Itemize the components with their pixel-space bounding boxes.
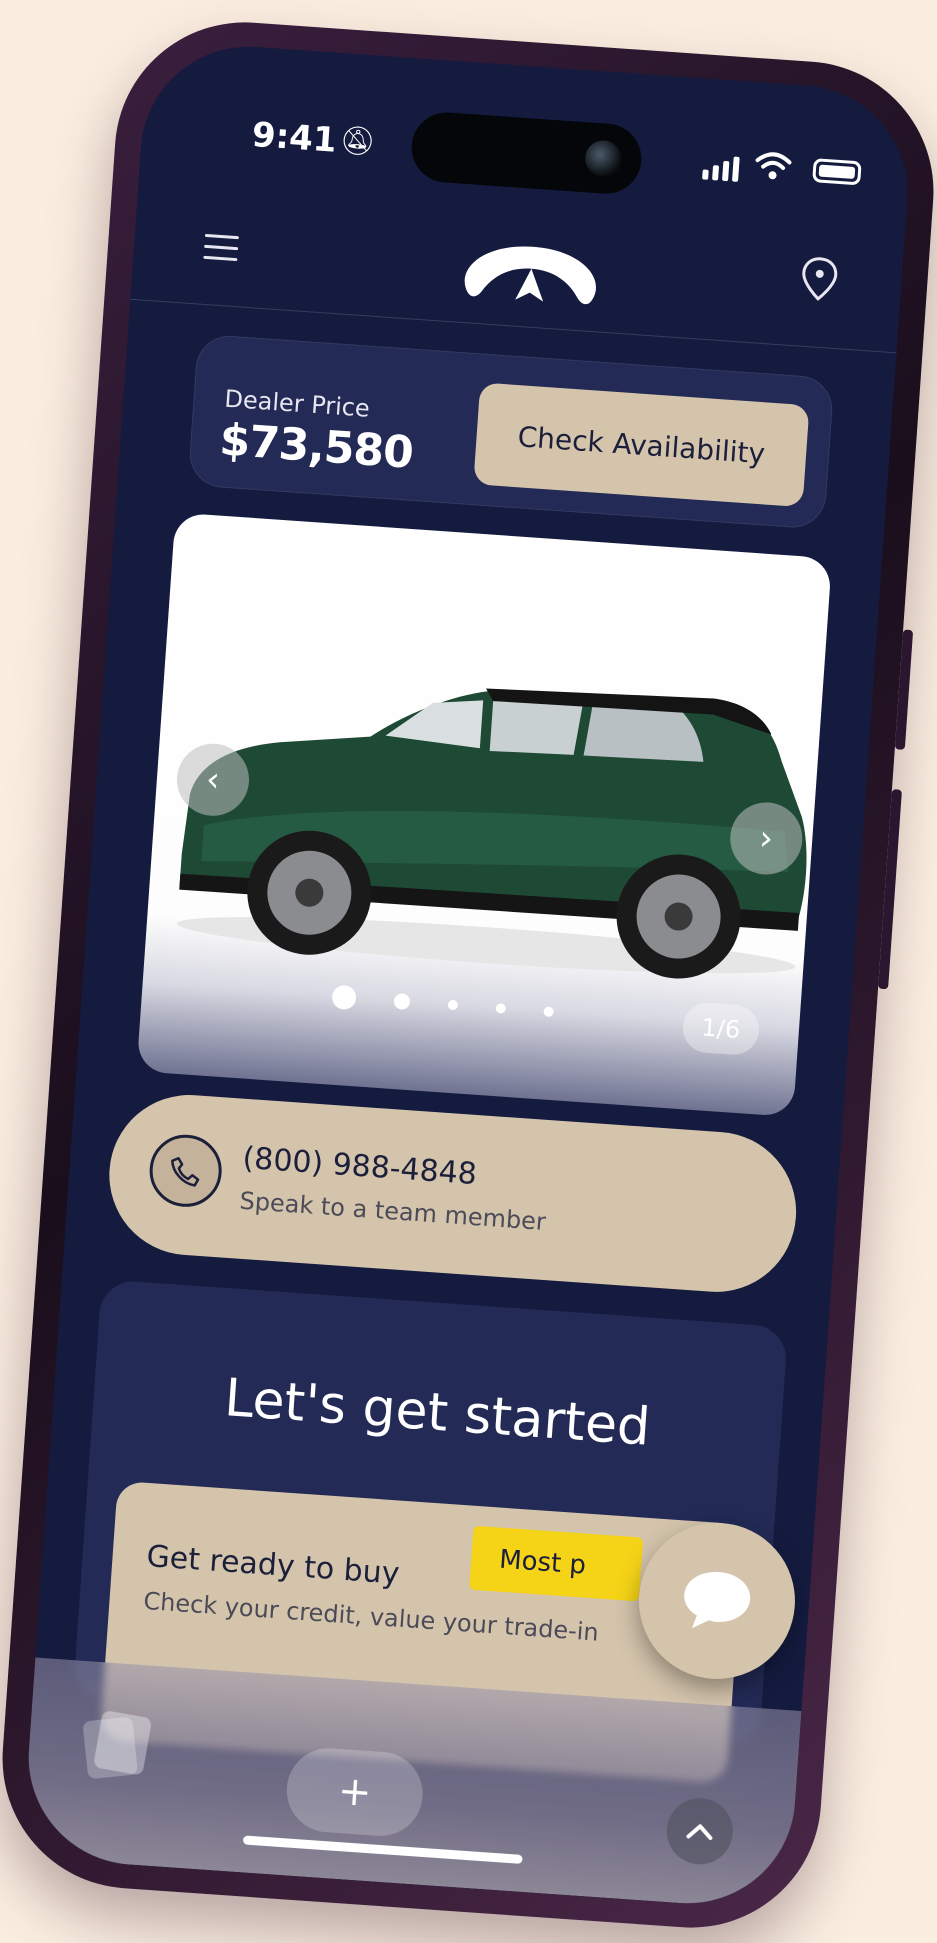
home-indicator[interactable] — [242, 1835, 523, 1864]
most-popular-badge: Most p — [469, 1525, 644, 1602]
pagination-dot[interactable] — [495, 1003, 507, 1014]
pagination-dot[interactable] — [543, 1006, 554, 1018]
cards-icon[interactable] — [75, 1703, 160, 1788]
call-team-button[interactable]: (800) 988-4848 Speak to a team member — [103, 1089, 802, 1298]
side-button — [894, 629, 914, 750]
vehicle-image — [176, 688, 807, 979]
chevron-up-icon — [686, 1824, 713, 1841]
brand-logo-icon[interactable] — [448, 229, 613, 320]
pagination-dot[interactable] — [331, 984, 357, 1011]
gallery-pagination — [331, 984, 554, 1024]
signal-icon — [702, 154, 740, 182]
chat-bubble-icon — [684, 1571, 751, 1629]
phone-frame: 9:41 🔕︎ Dealer Price $73,580 Check Avail… — [0, 13, 937, 1937]
wifi-icon — [755, 152, 792, 180]
status-time: 9:41 — [250, 114, 338, 161]
add-button[interactable]: + — [283, 1745, 426, 1839]
vehicle-gallery[interactable]: ‹ › 1/6 — [136, 512, 832, 1118]
phone-subtitle: Speak to a team member — [238, 1186, 547, 1236]
gallery-counter: 1/6 — [681, 1001, 761, 1057]
pagination-dot[interactable] — [447, 999, 459, 1011]
dynamic-island — [409, 110, 644, 197]
camera-icon — [584, 139, 623, 178]
dealer-price-value: $73,580 — [217, 414, 415, 479]
location-pin-icon[interactable] — [798, 253, 841, 306]
phone-number: (800) 988-4848 — [241, 1140, 478, 1193]
stage: 9:41 🔕︎ Dealer Price $73,580 Check Avail… — [0, 0, 937, 1943]
hamburger-menu-icon[interactable] — [203, 233, 239, 269]
app-screen: 9:41 🔕︎ Dealer Price $73,580 Check Avail… — [21, 39, 915, 1911]
check-availability-button[interactable]: Check Availability — [473, 382, 810, 508]
price-card: Dealer Price $73,580 Check Availability — [187, 333, 835, 530]
pagination-dot[interactable] — [393, 992, 411, 1010]
scroll-up-button[interactable] — [664, 1796, 736, 1867]
phone-icon — [147, 1132, 225, 1210]
battery-icon — [812, 158, 862, 186]
section-title: Let's get started — [222, 1368, 653, 1458]
card-subtitle: Check your credit, value your trade-in — [142, 1586, 600, 1647]
silent-bell-icon: 🔕︎ — [338, 123, 377, 159]
side-button — [878, 789, 902, 990]
card-title: Get ready to buy — [145, 1539, 401, 1592]
